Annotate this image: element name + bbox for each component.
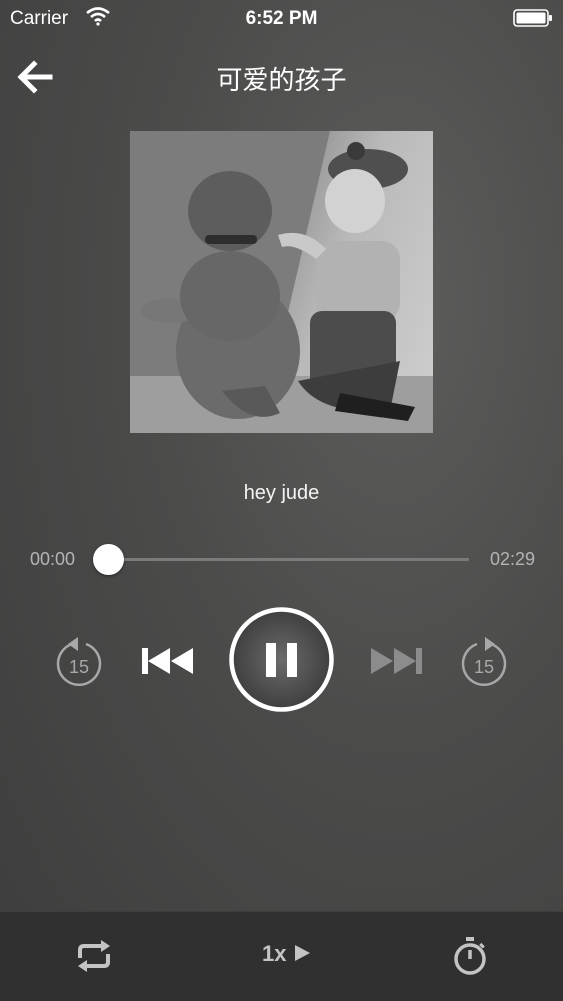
progress-slider-thumb[interactable] bbox=[93, 544, 124, 575]
speed-label: 1x bbox=[262, 941, 287, 966]
album-photo bbox=[130, 131, 433, 433]
pause-icon bbox=[229, 607, 334, 712]
elapsed-time: 00:00 bbox=[30, 549, 76, 569]
progress-bar: 00:00 02:29 bbox=[0, 540, 563, 580]
rewind-15-button[interactable]: 15 bbox=[54, 635, 104, 687]
rewind-15-label: 15 bbox=[69, 657, 89, 677]
playback-speed-button[interactable]: 1x bbox=[262, 941, 313, 967]
skip-previous-icon bbox=[142, 648, 193, 674]
status-time: 6:52 PM bbox=[245, 8, 318, 29]
next-track-button[interactable] bbox=[369, 644, 424, 678]
repeat-icon bbox=[78, 940, 110, 972]
forward-15-label: 15 bbox=[474, 657, 494, 677]
progress-slider-track[interactable] bbox=[93, 558, 469, 561]
pause-button[interactable] bbox=[228, 606, 335, 713]
sleep-timer-button[interactable] bbox=[452, 936, 488, 976]
total-duration: 02:29 bbox=[489, 549, 535, 569]
play-speed-icon bbox=[294, 945, 310, 961]
status-bar: Carrier 6:52 PM bbox=[0, 0, 563, 38]
forward-15-icon: 15 bbox=[461, 637, 507, 686]
rewind-15-icon: 15 bbox=[56, 637, 102, 686]
album-artwork bbox=[130, 131, 433, 433]
bottom-toolbar: 1x bbox=[0, 911, 563, 1001]
navigation-bar: 可爱的孩子 bbox=[0, 50, 563, 102]
battery-icon bbox=[513, 9, 552, 27]
playback-controls: 15 15 bbox=[0, 600, 563, 720]
timer-icon bbox=[454, 937, 486, 975]
previous-track-button[interactable] bbox=[140, 644, 195, 678]
repeat-button[interactable] bbox=[74, 938, 114, 974]
page-title: 可爱的孩子 bbox=[216, 66, 347, 96]
forward-15-button[interactable]: 15 bbox=[459, 635, 509, 687]
song-title: hey jude bbox=[243, 482, 320, 504]
skip-next-icon bbox=[371, 648, 422, 674]
